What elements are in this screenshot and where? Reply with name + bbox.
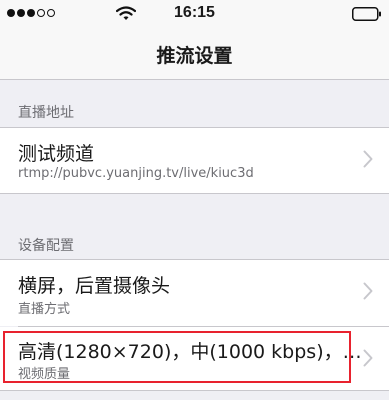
row-title: 高清(1280×720)，中(1000 kbps)，… <box>18 341 362 363</box>
page-title: 推流设置 <box>156 45 233 67</box>
battery-icon <box>352 7 381 21</box>
section-header-stream-address: 直播地址 <box>18 105 74 121</box>
screen: 16:15 推流设置 直播地址 测试频道 rtmp://pubvc.yuanji… <box>0 0 389 400</box>
chevron-right-icon <box>363 282 373 300</box>
row-subtitle: rtmp://pubvc.yuanjing.tv/live/kiuc3d <box>18 166 254 181</box>
chevron-right-icon <box>363 150 373 168</box>
row-subtitle: 直播方式 <box>18 302 71 317</box>
row-subtitle: 视频质量 <box>18 367 71 382</box>
navigation-bar: 推流设置 <box>0 28 389 80</box>
chevron-right-icon <box>363 349 373 367</box>
row-title: 测试频道 <box>18 143 95 165</box>
status-bar: 16:15 <box>0 0 389 28</box>
video-quality-row[interactable]: 高清(1280×720)，中(1000 kbps)，… 视频质量 <box>0 327 389 391</box>
section-header-device-config: 设备配置 <box>18 238 74 254</box>
row-title: 横屏，后置摄像头 <box>18 275 171 297</box>
stream-channel-row[interactable]: 测试频道 rtmp://pubvc.yuanjing.tv/live/kiuc3… <box>0 127 389 194</box>
broadcast-mode-row[interactable]: 横屏，后置摄像头 直播方式 <box>0 259 389 326</box>
status-time: 16:15 <box>174 4 215 21</box>
